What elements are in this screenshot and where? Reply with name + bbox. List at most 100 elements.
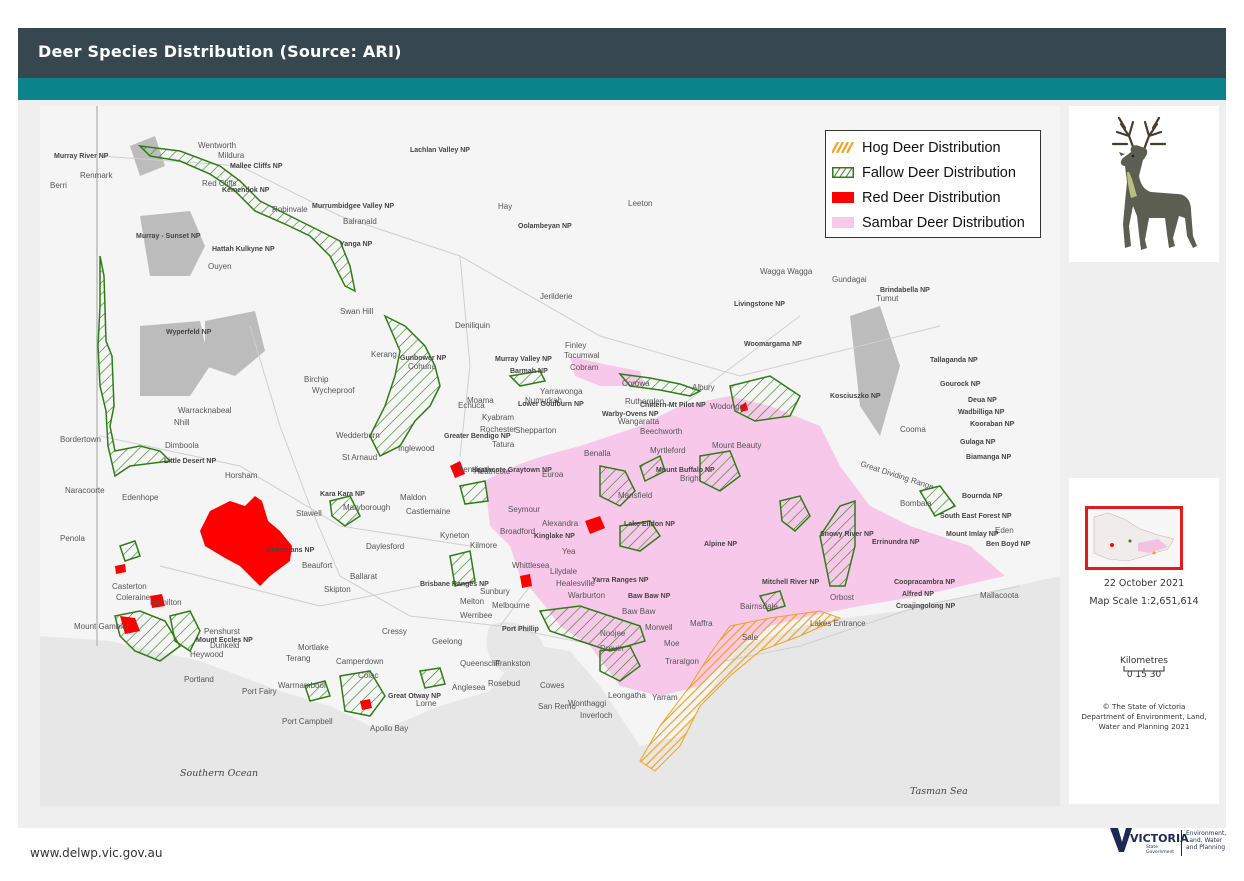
port-phillip-label: Port Phillip [502,626,539,633]
place-label: Kyabram [482,413,514,422]
park-label: Errinundra NP [872,539,920,546]
park-label: Alpine NP [704,541,737,548]
place-label: Apollo Bay [370,724,408,733]
park-label: Oolambeyan NP [518,223,572,230]
place-label: Kerang [371,350,397,359]
park-label: Tallaganda NP [930,357,978,364]
park-label: Murrumbidgee Valley NP [312,203,394,210]
place-label: Swan Hill [340,307,374,316]
place-label: Cohuna [408,362,437,371]
place-label: Bairnsdale [740,602,778,611]
accent-band [18,78,1226,100]
place-label: Portland [184,675,214,684]
park-label: Little Desert NP [164,458,216,465]
place-label: Myrtleford [650,446,686,455]
place-label: Port Campbell [282,717,333,726]
place-label: Terang [286,654,310,663]
stag-body [1120,145,1197,250]
place-label: Rosebud [488,679,520,688]
red-swatch-icon [832,192,854,203]
park-label: South East Forest NP [940,513,1012,520]
park-label: Deua NP [968,397,997,404]
place-label: Cobram [570,363,599,372]
logo-sub-line: Government [1146,850,1175,855]
victoria-locator-map [1085,506,1183,570]
park-label: Gunbower NP [400,355,447,362]
department-line: Environment, [1186,830,1227,837]
park-label: Gulaga NP [960,439,996,446]
park-label: Grampians NP [266,547,315,554]
park-label: Biamanga NP [966,454,1011,461]
park-label: Baw Baw NP [628,593,671,600]
map-legend: Hog Deer Distribution Fallow Deer Distri… [825,130,1041,238]
place-label: Port Fairy [242,687,277,696]
place-label: St Arnaud [342,453,377,462]
place-label: Whittlesea [512,561,550,570]
place-label: Cressy [382,627,407,636]
park-label: Brisbane Ranges NP [420,581,489,588]
place-label: Tumut [876,294,899,303]
park-label: Yarra Ranges NP [592,577,649,584]
place-label: Mount Beauty [712,441,761,450]
place-label: Daylesford [366,542,404,551]
place-label: Horsham [225,471,258,480]
stag-eye [1131,154,1135,158]
legend-item-hog: Hog Deer Distribution [832,135,1034,160]
place-label: Robinvale [272,205,308,214]
place-label: Ouyen [208,262,232,271]
fallow-swatch-icon [832,167,854,178]
map-scale: Map Scale 1:2,651,614 [1089,596,1199,607]
place-label: Anglesea [452,683,486,692]
place-label: Renmark [80,171,113,180]
place-label: Inverloch [580,711,612,720]
tasman-sea-label: Tasman Sea [910,786,968,797]
park-label: Alfred NP [902,591,934,598]
place-label: Maldon [400,493,426,502]
park-label: Chiltern-Mt Pilot NP [640,402,706,409]
park-label: Kemendok NP [222,187,270,194]
place-label: Lorne [416,699,437,708]
place-label: Mortlake [298,643,329,652]
place-label: Lakes Entrance [810,619,866,628]
park-label: Mount Eccles NP [196,637,253,644]
place-label: Edenhope [122,493,159,502]
victoria-v-icon [1110,828,1132,852]
place-label: Benalla [584,449,611,458]
place-label: Shepparton [515,426,556,435]
place-label: Nhill [174,418,190,427]
park-label: Kara Kara NP [320,491,365,498]
park-label: Ben Boyd NP [986,541,1031,548]
place-label: Dimboola [165,441,199,450]
place-label: Naracoorte [65,486,105,495]
page-title: Deer Species Distribution (Source: ARI) [38,42,402,61]
place-label: Kilmore [470,541,498,550]
stag-ear [1119,152,1125,156]
victoria-government-logo: VICTORIA State Government Environment, L… [1110,826,1230,862]
place-label: Kyneton [440,531,469,540]
place-label: Mount Gambier [74,622,129,631]
place-label: Morwell [645,623,673,632]
place-label: Wedderburn [336,431,380,440]
place-label: Bright [680,474,702,483]
map-panel[interactable]: Southern Ocean Tasman Sea Port Phillip G… [40,106,1060,806]
place-label: Corowa [622,379,650,388]
park-label: Mount Imlay NP [946,531,999,538]
stag-icon [1111,116,1197,250]
place-label: Warrnambool [278,681,326,690]
park-label: Mallee Cliffs NP [230,163,283,170]
footer-url[interactable]: www.delwp.vic.gov.au [30,846,163,860]
place-label: Orbost [830,593,855,602]
park-label: Kosciuszko NP [830,393,881,400]
place-label: Castlemaine [406,507,451,516]
place-label: Geelong [432,637,462,646]
park-label: Murray - Sunset NP [136,233,201,240]
place-label: Wodonga [710,402,745,411]
park-label: Brindabella NP [880,287,930,294]
place-label: Hay [498,202,512,211]
map-date: 22 October 2021 [1103,578,1185,589]
place-label: Heywood [190,650,223,659]
logo-divider [1181,830,1182,856]
map-info-card: 22 October 2021 Map Scale 1:2,651,614 Ki… [1069,478,1219,804]
place-label: Colac [358,671,378,680]
place-label: Bordertown [60,435,101,444]
